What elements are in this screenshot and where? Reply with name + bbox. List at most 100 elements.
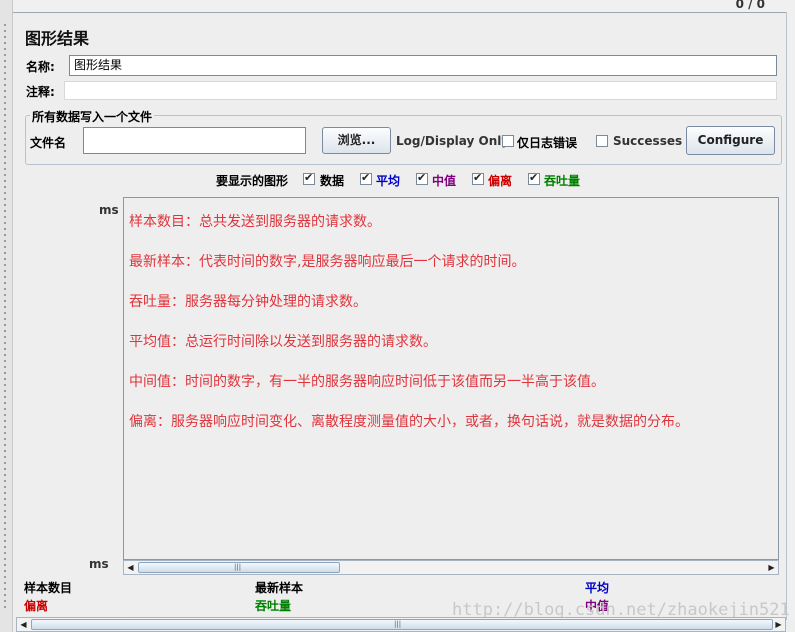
rail-dot — [4, 120, 6, 122]
rail-dot — [4, 222, 6, 224]
graph-deviation-checkbox[interactable] — [472, 171, 484, 185]
rail-dot — [4, 288, 6, 290]
rail-dot — [4, 582, 6, 584]
rail-dot — [4, 54, 6, 56]
note-sample-count: 样本数目：总共发送到服务器的请求数。 — [129, 214, 381, 230]
graph-average-checkbox[interactable] — [360, 171, 372, 185]
rail-dot — [4, 540, 6, 542]
rail-dot — [4, 588, 6, 590]
rail-dot — [4, 264, 6, 266]
rail-dot — [4, 252, 6, 254]
rail-dot — [4, 294, 6, 296]
panel-title: 图形结果 — [25, 29, 90, 48]
rail-dot — [4, 276, 6, 278]
rail-dot — [4, 324, 6, 326]
rail-dot — [4, 228, 6, 230]
rail-dot — [4, 444, 6, 446]
graph-throughput-checkbox[interactable] — [528, 171, 540, 185]
top-strip: 0 / 0 — [13, 0, 795, 13]
log-display-only-label: Log/Display Only: — [396, 134, 514, 148]
rail-dot — [4, 318, 6, 320]
rail-dot — [4, 30, 6, 32]
rail-dot — [4, 114, 6, 116]
top-counter: 0 / 0 — [735, 0, 765, 11]
rail-dot — [4, 42, 6, 44]
configure-button[interactable]: Configure — [686, 126, 775, 155]
rail-dot — [4, 576, 6, 578]
rail-dot — [4, 408, 6, 410]
y-axis-unit-bottom: ms — [89, 557, 109, 571]
graph-throughput-label[interactable]: 吞吐量 — [544, 172, 580, 189]
graph-median-label[interactable]: 中值 — [432, 172, 456, 189]
errors-only-label[interactable]: 仅日志错误 — [517, 134, 577, 151]
scroll-right-icon[interactable]: ▶ — [765, 561, 778, 574]
legend-sample-count: 样本数目 — [24, 581, 73, 595]
graph-data-checkbox[interactable] — [303, 171, 315, 185]
legend-deviation: 偏离 — [24, 599, 49, 613]
rail-dot — [4, 282, 6, 284]
errors-only-checkbox[interactable] — [502, 135, 514, 147]
rail-dot — [4, 420, 6, 422]
panel-scroll-thumb[interactable] — [31, 619, 773, 630]
rail-dot — [4, 438, 6, 440]
filename-input[interactable] — [83, 127, 306, 154]
graph-horizontal-scrollbar[interactable]: ◀ ||| ▶ — [123, 560, 779, 575]
legend-latest-sample: 最新样本 — [255, 581, 304, 595]
rail-dot — [4, 24, 6, 26]
rail-dot — [4, 102, 6, 104]
write-to-file-legend: 所有数据写入一个文件 — [30, 108, 155, 125]
rail-dot — [4, 468, 6, 470]
rail-dot — [4, 258, 6, 260]
rail-dot — [4, 522, 6, 524]
successes-checkbox[interactable] — [596, 135, 608, 147]
rail-dot — [4, 198, 6, 200]
browse-button[interactable]: 浏览... — [322, 127, 391, 154]
rail-dot — [4, 342, 6, 344]
comment-input[interactable] — [64, 81, 777, 100]
rail-dot — [4, 486, 6, 488]
graph-median-checkbox[interactable] — [416, 171, 428, 185]
successes-label[interactable]: Successes — [613, 134, 682, 148]
rail-dot — [4, 90, 6, 92]
rail-dot — [4, 60, 6, 62]
note-latest-sample: 最新样本：代表时间的数字,是服务器响应最后一个请求的时间。 — [129, 254, 526, 270]
rail-dot — [4, 174, 6, 176]
comment-label: 注释: — [26, 85, 55, 99]
note-deviation: 偏离：服务器响应时间变化、离散程度测量值的大小，或者，换句话说，就是数据的分布。 — [129, 414, 689, 430]
note-throughput: 吞吐量：服务器每分钟处理的请求数。 — [129, 294, 367, 310]
panel-horizontal-scrollbar[interactable]: ◀ ||| ▶ — [16, 617, 786, 632]
right-scroll-rail[interactable] — [786, 12, 795, 620]
rail-dot — [4, 36, 6, 38]
rail-dot — [4, 126, 6, 128]
rail-dot — [4, 498, 6, 500]
scroll-left-icon[interactable]: ◀ — [17, 618, 30, 631]
name-input[interactable]: 图形结果 — [69, 55, 777, 76]
rail-dot — [4, 456, 6, 458]
rail-dot — [4, 210, 6, 212]
graphs-to-display-label: 要显示的图形 — [216, 174, 289, 188]
scroll-left-icon[interactable]: ◀ — [124, 561, 137, 574]
legend-average: 平均 — [585, 581, 610, 595]
rail-dot — [4, 156, 6, 158]
rail-dot — [4, 366, 6, 368]
rail-dot — [4, 414, 6, 416]
rail-dot — [4, 66, 6, 68]
name-label: 名称: — [26, 60, 55, 74]
graph-average-label[interactable]: 平均 — [376, 172, 400, 189]
filename-label: 文件名 — [30, 136, 67, 150]
rail-dot — [4, 330, 6, 332]
rail-dot — [4, 312, 6, 314]
rail-dot — [4, 360, 6, 362]
note-median: 中间值：时间的数字，有一半的服务器响应时间低于该值而另一半高于该值。 — [129, 374, 605, 390]
rail-dot — [4, 378, 6, 380]
rail-dot — [4, 450, 6, 452]
graph-data-label[interactable]: 数据 — [320, 172, 344, 189]
rail-dot — [4, 192, 6, 194]
rail-dot — [4, 78, 6, 80]
scroll-right-icon[interactable]: ▶ — [772, 618, 785, 631]
rail-dot — [4, 168, 6, 170]
rail-dot — [4, 606, 6, 608]
rail-dot — [4, 402, 6, 404]
graph-deviation-label[interactable]: 偏离 — [488, 172, 512, 189]
rail-dot — [4, 510, 6, 512]
